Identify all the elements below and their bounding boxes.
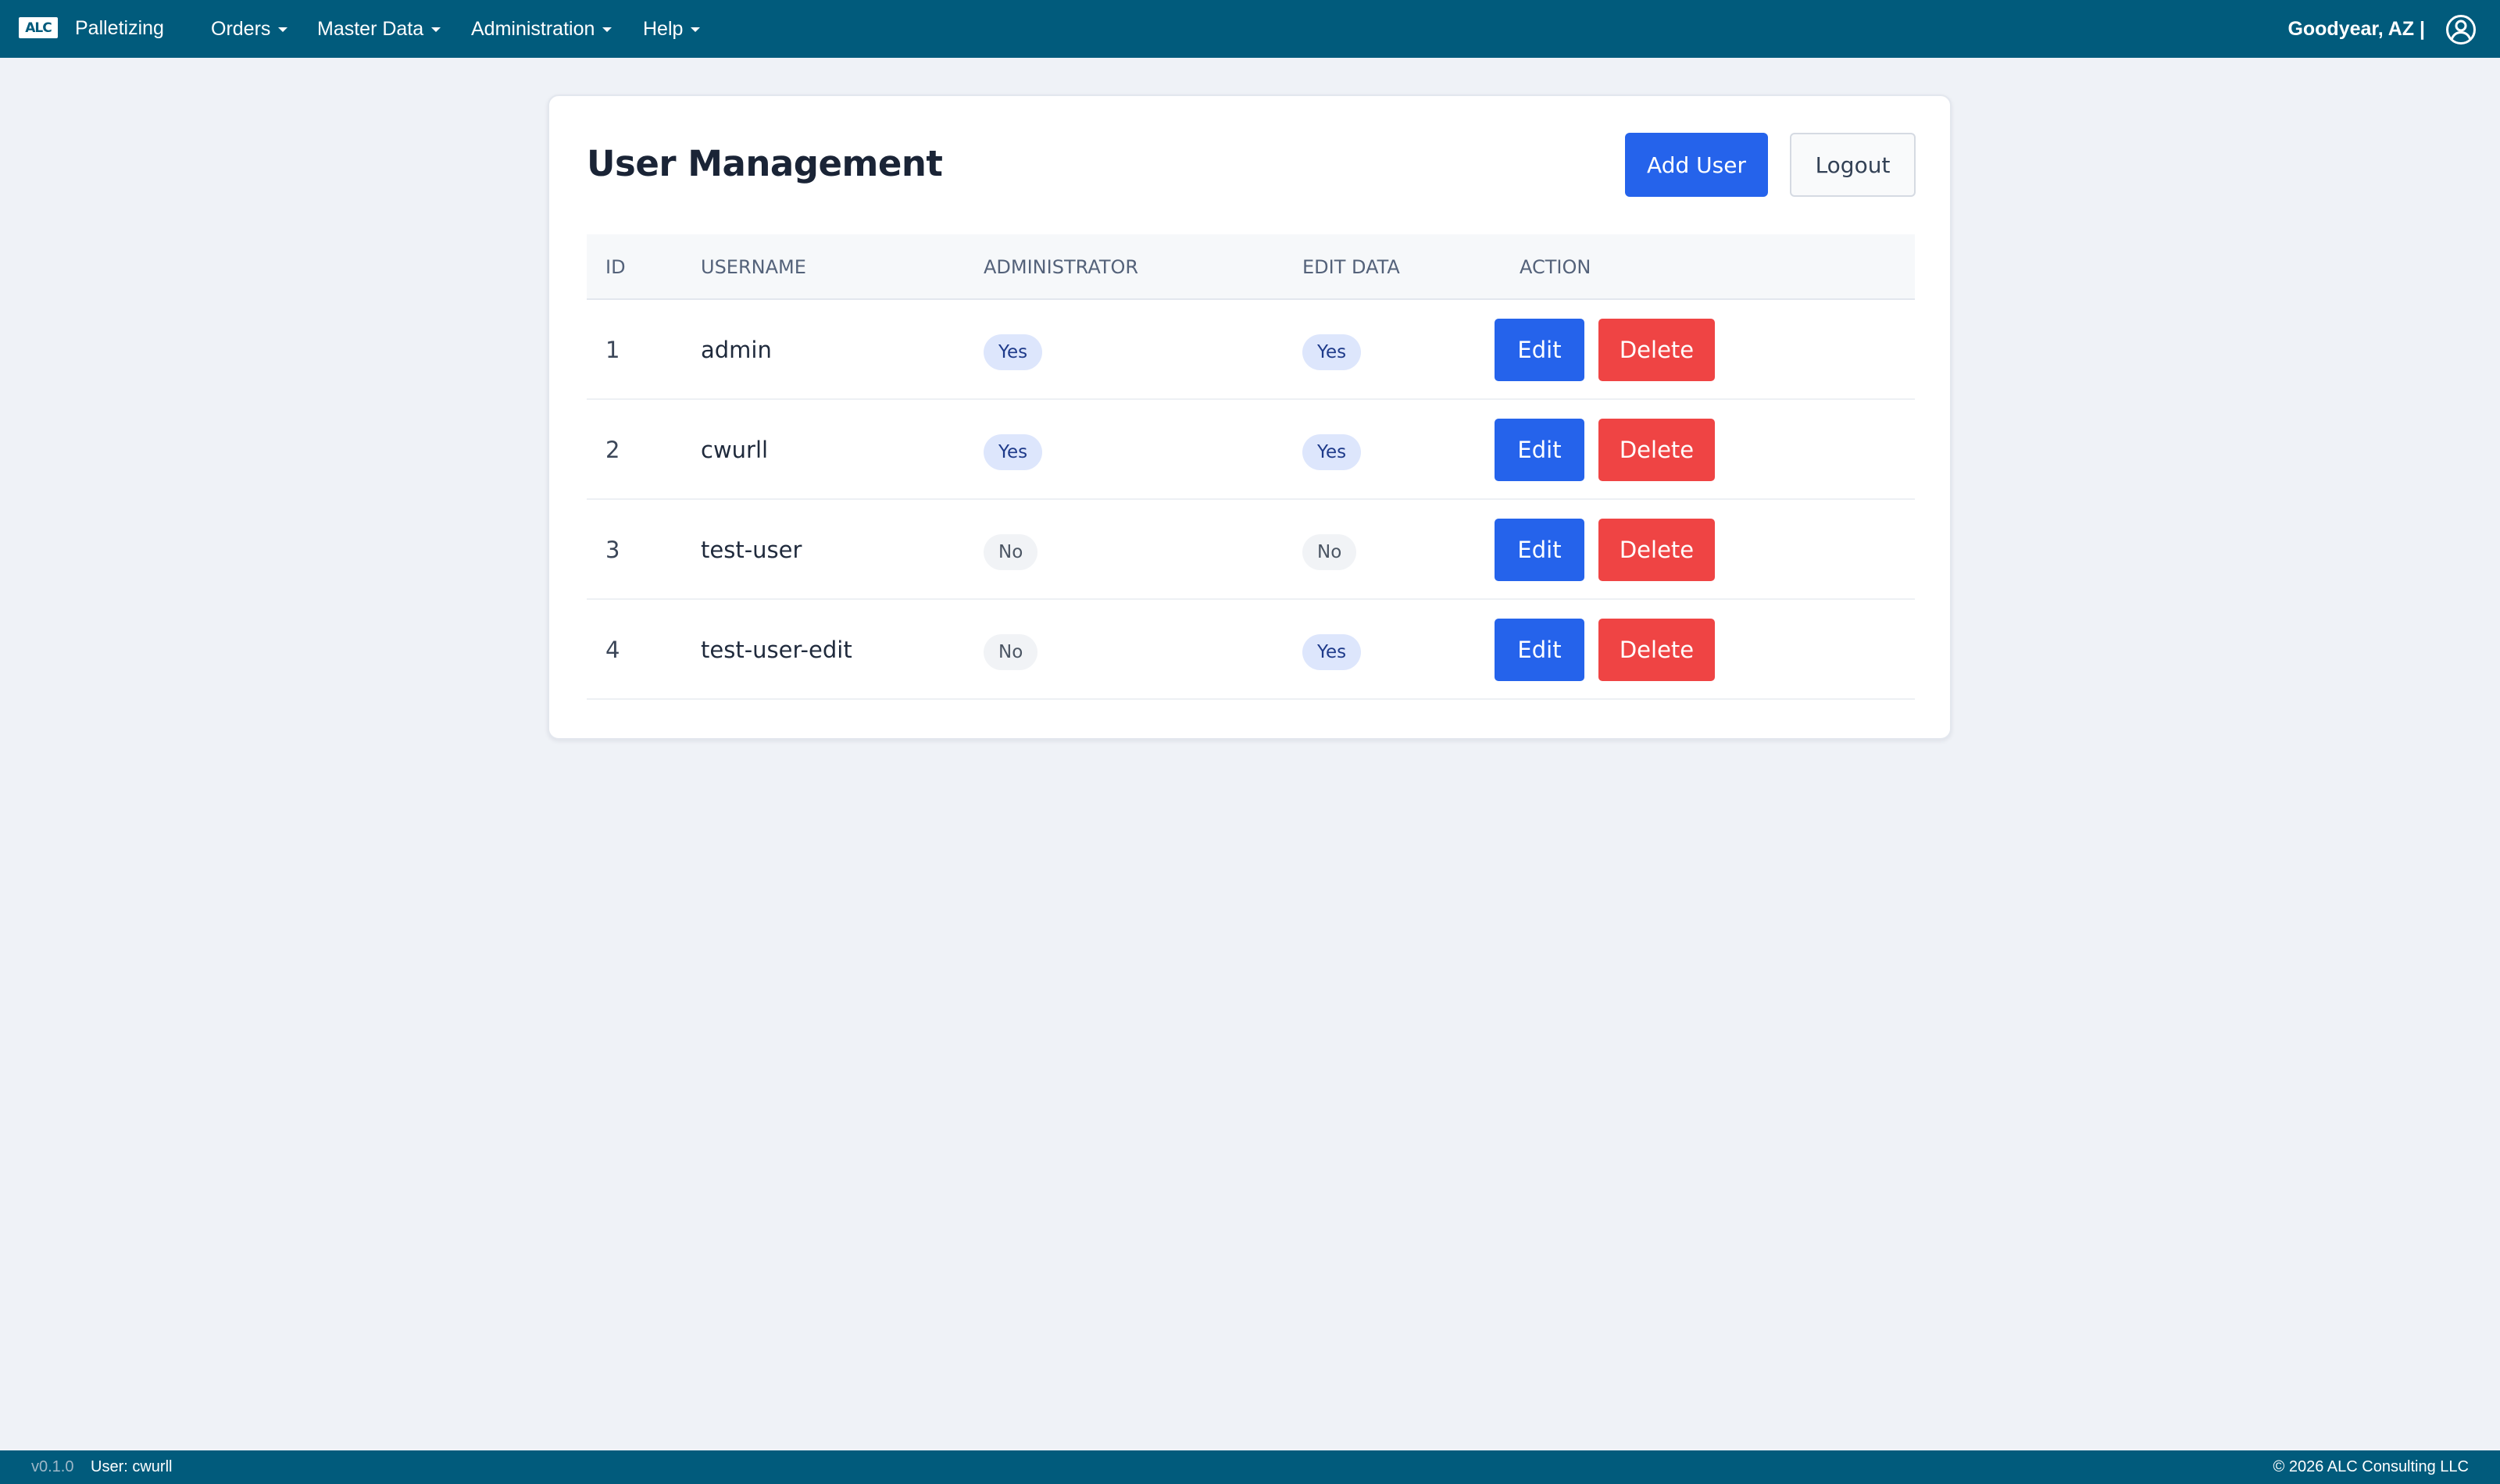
alc-logo[interactable]: ALC bbox=[19, 17, 58, 38]
user-management-card: User Management Add User Logout ID USERN… bbox=[548, 95, 1952, 740]
edit-button[interactable]: Edit bbox=[1495, 319, 1584, 381]
nav-master-data-label: Master Data bbox=[317, 18, 424, 40]
table-header: ID USERNAME ADMINISTRATOR EDIT DATA ACTI… bbox=[587, 234, 1915, 300]
version-label: v0.1.0 bbox=[31, 1458, 74, 1475]
nav-administration[interactable]: Administration bbox=[471, 0, 612, 58]
edit-button[interactable]: Edit bbox=[1495, 419, 1584, 481]
chevron-down-icon bbox=[278, 27, 288, 33]
edit-button[interactable]: Edit bbox=[1495, 619, 1584, 681]
nav-orders[interactable]: Orders bbox=[211, 0, 288, 58]
delete-button[interactable]: Delete bbox=[1598, 419, 1715, 481]
logout-button[interactable]: Logout bbox=[1790, 133, 1916, 197]
table-row: 2 cwurll Yes Yes Edit Delete bbox=[587, 400, 1915, 500]
nav-administration-label: Administration bbox=[471, 18, 595, 40]
page-title: User Management bbox=[587, 143, 943, 184]
header-administrator: ADMINISTRATOR bbox=[984, 256, 1139, 278]
table-row: 1 admin Yes Yes Edit Delete bbox=[587, 300, 1915, 400]
table-row: 3 test-user No No Edit Delete bbox=[587, 500, 1915, 600]
nav-help-label: Help bbox=[643, 18, 684, 40]
copyright-label: © 2026 ALC Consulting LLC bbox=[2273, 1458, 2469, 1475]
chevron-down-icon bbox=[691, 27, 701, 33]
header-edit-data: EDIT DATA bbox=[1302, 256, 1400, 278]
header-id: ID bbox=[605, 256, 626, 278]
delete-button[interactable]: Delete bbox=[1598, 619, 1715, 681]
top-navbar: ALC Palletizing Orders Master Data Admin… bbox=[0, 0, 2500, 58]
users-table: ID USERNAME ADMINISTRATOR EDIT DATA ACTI… bbox=[587, 234, 1915, 700]
delete-button[interactable]: Delete bbox=[1598, 519, 1715, 581]
add-user-button[interactable]: Add User bbox=[1625, 133, 1768, 197]
administrator-badge: No bbox=[984, 634, 1038, 670]
user-circle-icon[interactable] bbox=[2445, 14, 2477, 45]
chevron-down-icon bbox=[431, 27, 441, 33]
edit-data-badge: Yes bbox=[1302, 334, 1362, 370]
nav-master-data[interactable]: Master Data bbox=[317, 0, 441, 58]
edit-button[interactable]: Edit bbox=[1495, 519, 1584, 581]
cell-username: cwurll bbox=[701, 437, 769, 463]
administrator-badge: Yes bbox=[984, 334, 1043, 370]
cell-id: 1 bbox=[605, 337, 620, 363]
delete-button[interactable]: Delete bbox=[1598, 319, 1715, 381]
chevron-down-icon bbox=[602, 27, 612, 33]
cell-username: test-user-edit bbox=[701, 637, 852, 663]
cell-username: admin bbox=[701, 337, 772, 363]
administrator-badge: No bbox=[984, 534, 1038, 570]
header-username: USERNAME bbox=[701, 256, 806, 278]
edit-data-badge: Yes bbox=[1302, 634, 1362, 670]
location-label: Goodyear, AZ | bbox=[2288, 18, 2425, 40]
header-action: ACTION bbox=[1520, 256, 1591, 278]
nav-orders-label: Orders bbox=[211, 18, 271, 40]
cell-id: 4 bbox=[605, 637, 620, 663]
cell-id: 3 bbox=[605, 537, 620, 563]
brand-name[interactable]: Palletizing bbox=[75, 0, 164, 58]
current-user-label: User: cwurll bbox=[91, 1458, 173, 1475]
nav-help[interactable]: Help bbox=[643, 0, 701, 58]
edit-data-badge: Yes bbox=[1302, 434, 1362, 470]
edit-data-badge: No bbox=[1302, 534, 1357, 570]
cell-username: test-user bbox=[701, 537, 802, 563]
table-row: 4 test-user-edit No Yes Edit Delete bbox=[587, 600, 1915, 700]
footer-bar: v0.1.0 User: cwurll © 2026 ALC Consultin… bbox=[0, 1450, 2500, 1484]
administrator-badge: Yes bbox=[984, 434, 1043, 470]
cell-id: 2 bbox=[605, 437, 620, 463]
